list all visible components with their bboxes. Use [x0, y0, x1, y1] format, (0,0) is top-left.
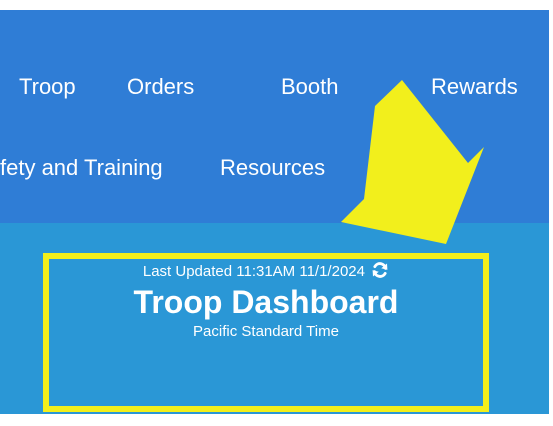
page-title: Troop Dashboard [133, 284, 399, 320]
nav-item-troop[interactable]: Troop [19, 76, 76, 98]
nav-item-resources[interactable]: Resources [220, 157, 325, 179]
timezone-label: Pacific Standard Time [193, 323, 339, 340]
last-updated-line: Last Updated 11:31AM 11/1/2024 [49, 261, 483, 284]
nav-item-orders[interactable]: Orders [127, 76, 194, 98]
nav-item-booth[interactable]: Booth [281, 76, 339, 98]
nav-item-safety-and-training[interactable]: fety and Training [0, 157, 163, 179]
screenshot-stage: Troop Orders Booth Rewards fety and Trai… [0, 0, 553, 426]
last-updated-text: Last Updated 11:31AM 11/1/2024 [142, 263, 365, 280]
refresh-icon[interactable] [371, 261, 389, 284]
top-navigation: Troop Orders Booth Rewards fety and Trai… [0, 10, 549, 223]
nav-item-rewards[interactable]: Rewards [431, 76, 518, 98]
dashboard-header: Last Updated 11:31AM 11/1/2024 Troop Das… [49, 259, 483, 341]
